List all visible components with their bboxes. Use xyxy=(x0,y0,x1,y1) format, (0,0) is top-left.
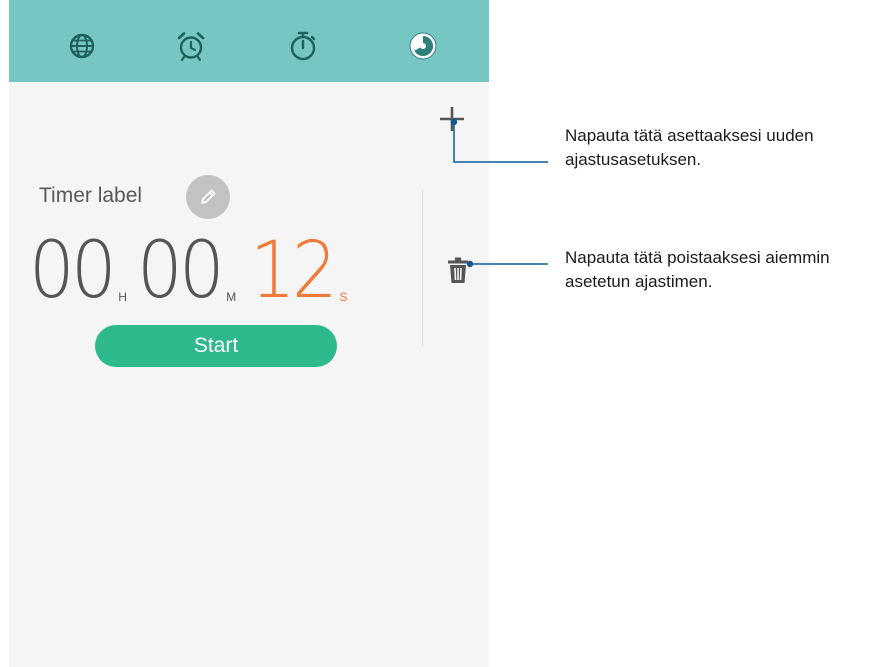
timer-display[interactable]: 00 H 00 M 12 S xyxy=(29,226,347,310)
hours-value: 00 xyxy=(29,226,117,316)
delete-timer-callout: Napauta tätä poistaaksesi aiemmin asetet… xyxy=(565,248,830,291)
timer-screen: Timer label 00 H 00 M 12 S Start xyxy=(9,0,489,667)
timer-label-row: Timer label xyxy=(39,178,142,214)
status-bar xyxy=(9,0,489,10)
globe-icon xyxy=(69,33,95,59)
minutes-value: 00 xyxy=(136,226,225,316)
timer-divider xyxy=(422,190,423,346)
seconds-value: 12 xyxy=(250,226,338,316)
delete-timer-button[interactable] xyxy=(443,253,473,287)
start-button[interactable]: Start xyxy=(95,325,337,367)
tab-timer[interactable] xyxy=(403,26,443,66)
tab-alarm[interactable] xyxy=(171,26,211,66)
add-timer-callout: Napauta tätä asettaaksesi uuden ajastusa… xyxy=(565,126,814,169)
stopwatch-icon xyxy=(290,31,316,61)
pencil-icon xyxy=(201,189,216,204)
trash-icon xyxy=(448,257,468,283)
timer-label[interactable]: Timer label xyxy=(39,184,142,208)
plus-icon xyxy=(440,107,464,131)
alarm-clock-icon xyxy=(177,32,205,62)
tab-stopwatch[interactable] xyxy=(283,26,323,66)
hours-unit: H xyxy=(118,290,127,304)
add-timer-button[interactable] xyxy=(435,102,469,136)
edit-label-button[interactable] xyxy=(186,175,230,219)
seconds-unit: S xyxy=(339,290,348,304)
minutes-unit: M xyxy=(226,290,237,304)
timer-icon xyxy=(409,32,437,60)
tab-world-clock[interactable] xyxy=(62,26,102,66)
tab-bar xyxy=(9,0,489,82)
